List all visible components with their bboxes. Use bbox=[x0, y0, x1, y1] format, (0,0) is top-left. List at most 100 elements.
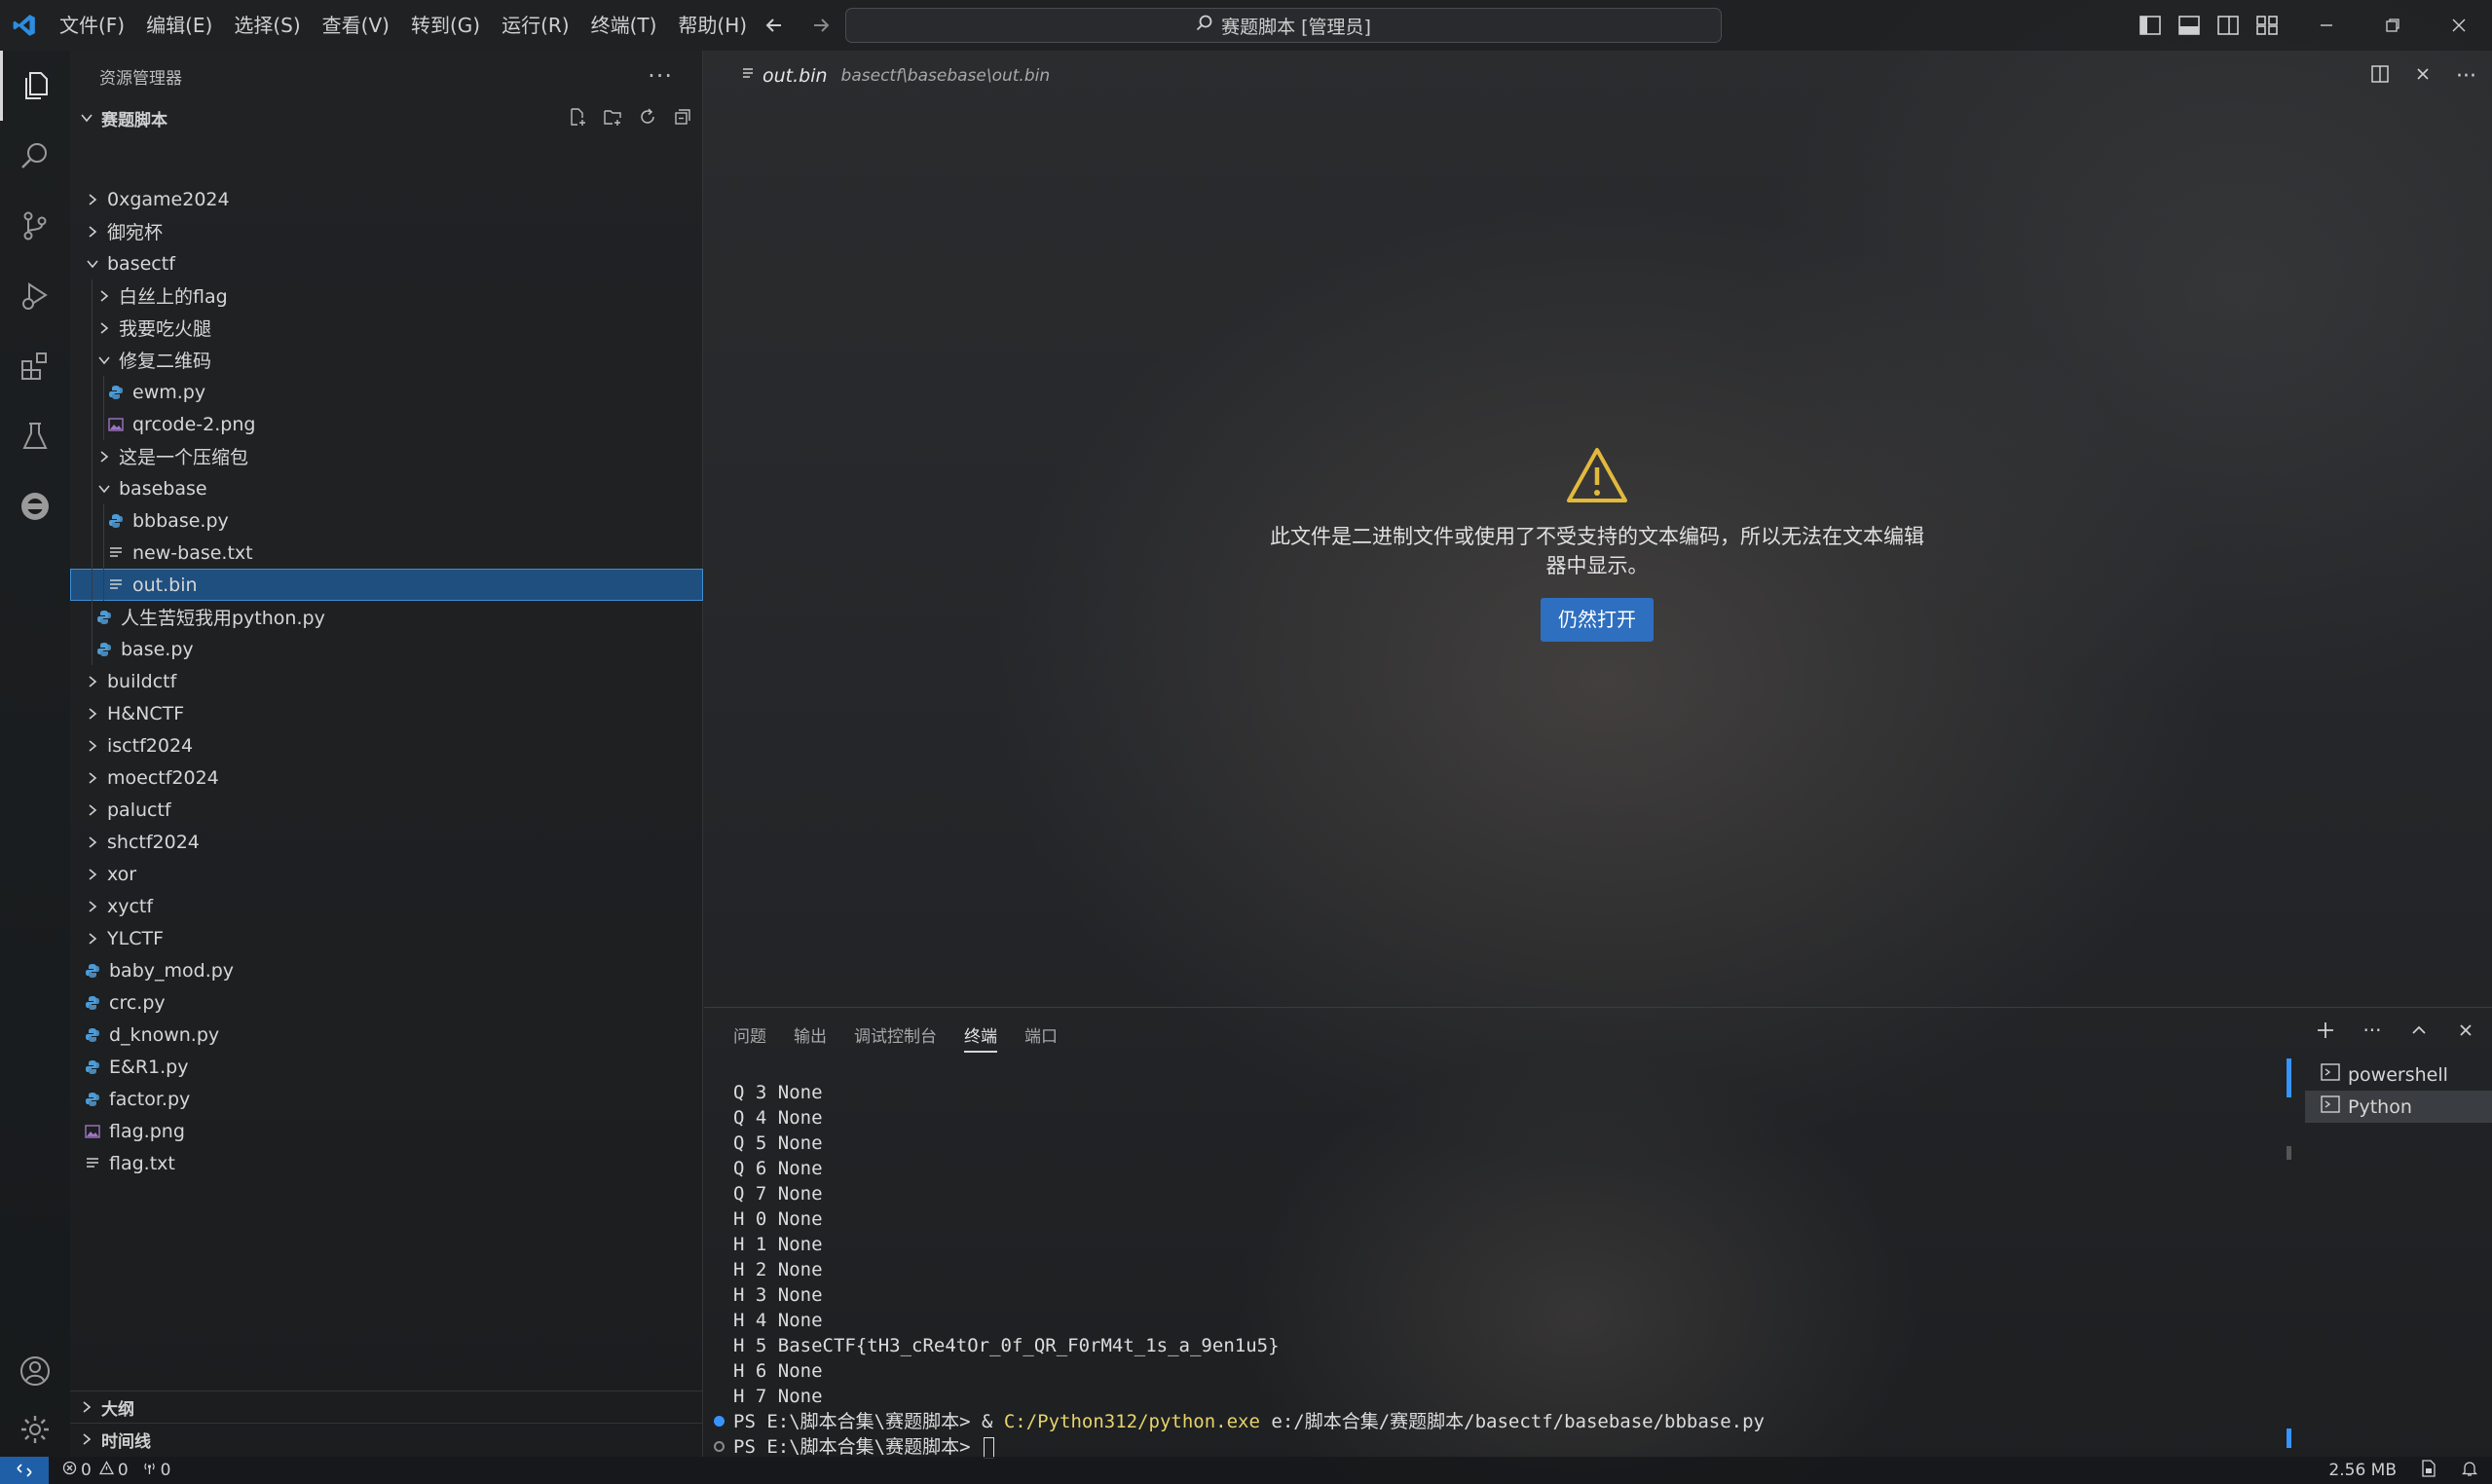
tree-folder[interactable]: basebase bbox=[70, 472, 703, 504]
chevron-right-icon bbox=[95, 319, 113, 337]
collapse-all-icon[interactable] bbox=[672, 106, 693, 128]
testing-flask-icon[interactable] bbox=[0, 401, 70, 471]
outline-section[interactable]: 大纲 bbox=[70, 1391, 703, 1423]
tree-folder[interactable]: YLCTF bbox=[70, 922, 703, 954]
tab-ports[interactable]: 端口 bbox=[1024, 1021, 1058, 1053]
tree-file[interactable]: ewm.py bbox=[70, 376, 703, 408]
terminal-item-powershell[interactable]: powershell bbox=[2305, 1058, 2492, 1091]
tab-terminal[interactable]: 终端 bbox=[964, 1021, 997, 1053]
tree-file[interactable]: base.py bbox=[70, 633, 703, 665]
tree-item-label: 修复二维码 bbox=[119, 351, 212, 372]
indent-guide bbox=[92, 312, 93, 344]
toggle-panel-icon[interactable] bbox=[2177, 14, 2201, 37]
tree-file[interactable]: flag.txt bbox=[70, 1147, 703, 1179]
split-editor-icon[interactable] bbox=[2370, 64, 2390, 88]
minimize-icon[interactable] bbox=[2293, 0, 2360, 51]
more-actions-icon[interactable]: ··· bbox=[2456, 64, 2476, 89]
layout-controls bbox=[2139, 0, 2279, 51]
new-file-icon[interactable] bbox=[567, 106, 588, 128]
explorer-icon[interactable] bbox=[0, 51, 70, 121]
menu-help[interactable]: 帮助(H) bbox=[667, 0, 758, 51]
close-editor-icon[interactable] bbox=[2415, 66, 2431, 86]
tree-folder[interactable]: H&NCTF bbox=[70, 697, 703, 729]
tree-file[interactable]: out.bin bbox=[70, 569, 703, 601]
tree-folder[interactable]: buildctf bbox=[70, 665, 703, 697]
new-terminal-icon[interactable] bbox=[2313, 1018, 2338, 1043]
more-actions-icon[interactable]: ··· bbox=[2360, 1018, 2385, 1043]
tree-file[interactable]: d_known.py bbox=[70, 1019, 703, 1051]
tab-output[interactable]: 输出 bbox=[794, 1021, 827, 1053]
search-icon[interactable] bbox=[0, 121, 70, 191]
tree-file[interactable]: 人生苦短我用python.py bbox=[70, 601, 703, 633]
toggle-primary-sidebar-icon[interactable] bbox=[2139, 14, 2162, 37]
remote-indicator-icon[interactable] bbox=[0, 1457, 49, 1484]
menu-edit[interactable]: 编辑(E) bbox=[135, 0, 223, 51]
menu-run[interactable]: 运行(R) bbox=[491, 0, 580, 51]
tree-folder[interactable]: basectf bbox=[70, 247, 703, 279]
workspace-folder-header[interactable]: 赛题脚本 bbox=[70, 101, 703, 134]
menu-bar: 文件(F) 编辑(E) 选择(S) 查看(V) 转到(G) 运行(R) 终端(T… bbox=[49, 0, 758, 51]
close-window-icon[interactable] bbox=[2426, 0, 2492, 51]
explorer-header: 资源管理器 ··· bbox=[70, 51, 702, 101]
restore-icon[interactable] bbox=[2360, 0, 2426, 51]
tab-problems[interactable]: 问题 bbox=[733, 1021, 766, 1053]
tree-folder[interactable]: 这是一个压缩包 bbox=[70, 440, 703, 472]
ports-indicator[interactable]: 0 bbox=[142, 1461, 170, 1480]
tree-item-label: bbbase.py bbox=[132, 509, 229, 532]
terminal-cursor bbox=[983, 1436, 994, 1459]
tree-folder[interactable]: 修复二维码 bbox=[70, 344, 703, 376]
notifications-bell-icon[interactable] bbox=[2461, 1460, 2478, 1482]
settings-gear-icon[interactable] bbox=[0, 1394, 70, 1465]
source-control-icon[interactable] bbox=[0, 191, 70, 261]
tree-folder[interactable]: 0xgame2024 bbox=[70, 183, 703, 215]
indent-guide bbox=[92, 537, 93, 569]
tree-folder[interactable]: paluctf bbox=[70, 794, 703, 826]
tree-file[interactable]: new-base.txt bbox=[70, 537, 703, 569]
tree-folder[interactable]: 白丝上的flag bbox=[70, 279, 703, 312]
tree-folder[interactable]: 我要吃火腿 bbox=[70, 312, 703, 344]
tree-folder[interactable]: xyctf bbox=[70, 890, 703, 922]
close-panel-icon[interactable] bbox=[2453, 1018, 2478, 1043]
toggle-secondary-sidebar-icon[interactable] bbox=[2216, 14, 2240, 37]
timeline-section[interactable]: 时间线 bbox=[70, 1423, 703, 1455]
more-actions-icon[interactable]: ··· bbox=[648, 62, 673, 90]
tree-file[interactable]: qrcode-2.png bbox=[70, 408, 703, 440]
menu-go[interactable]: 转到(G) bbox=[400, 0, 491, 51]
new-folder-icon[interactable] bbox=[602, 106, 623, 128]
menu-selection[interactable]: 选择(S) bbox=[223, 0, 311, 51]
tree-folder[interactable]: moectf2024 bbox=[70, 761, 703, 794]
forward-arrow-icon[interactable] bbox=[806, 11, 836, 40]
problems-indicator[interactable]: 0 0 bbox=[62, 1461, 129, 1480]
open-anyway-button[interactable]: 仍然打开 bbox=[1541, 598, 1654, 642]
tree-folder[interactable]: shctf2024 bbox=[70, 826, 703, 858]
menu-file[interactable]: 文件(F) bbox=[49, 0, 135, 51]
customize-layout-icon[interactable] bbox=[2255, 14, 2279, 37]
tab-debug-console[interactable]: 调试控制台 bbox=[854, 1021, 937, 1053]
tree-folder[interactable]: 御宛杯 bbox=[70, 215, 703, 247]
menu-view[interactable]: 查看(V) bbox=[312, 0, 400, 51]
terminal-line: Q 6 None bbox=[733, 1158, 823, 1179]
terminal-scroll-markers bbox=[2287, 1058, 2291, 1448]
tree-file[interactable]: bbbase.py bbox=[70, 504, 703, 537]
terminal-item-python[interactable]: Python bbox=[2305, 1091, 2492, 1123]
chevron-right-icon bbox=[84, 866, 101, 883]
tree-file[interactable]: baby_mod.py bbox=[70, 954, 703, 986]
binary-viewer-icon[interactable] bbox=[2420, 1459, 2437, 1482]
command-center-search[interactable]: 赛题脚本 [管理员] bbox=[845, 8, 1722, 43]
run-debug-icon[interactable] bbox=[0, 261, 70, 331]
tree-file[interactable]: flag.png bbox=[70, 1115, 703, 1147]
tree-folder[interactable]: xor bbox=[70, 858, 703, 890]
refresh-icon[interactable] bbox=[637, 106, 658, 128]
menu-terminal[interactable]: 终端(T) bbox=[580, 0, 668, 51]
editor-tab-out-bin[interactable]: out.bin basectf\basebase\out.bin bbox=[704, 65, 1050, 87]
tree-file[interactable]: factor.py bbox=[70, 1083, 703, 1115]
maximize-panel-icon[interactable] bbox=[2406, 1018, 2432, 1043]
tree-folder[interactable]: isctf2024 bbox=[70, 729, 703, 761]
remote-explorer-icon[interactable] bbox=[0, 471, 70, 541]
back-arrow-icon[interactable] bbox=[760, 11, 789, 40]
file-size[interactable]: 2.56 MB bbox=[2328, 1461, 2397, 1480]
extensions-icon[interactable] bbox=[0, 331, 70, 401]
terminal-output[interactable]: Q 3 None Q 4 None Q 5 None Q 6 None Q 7 None… bbox=[714, 1080, 1999, 1460]
tree-file[interactable]: E&R1.py bbox=[70, 1051, 703, 1083]
tree-file[interactable]: crc.py bbox=[70, 986, 703, 1019]
